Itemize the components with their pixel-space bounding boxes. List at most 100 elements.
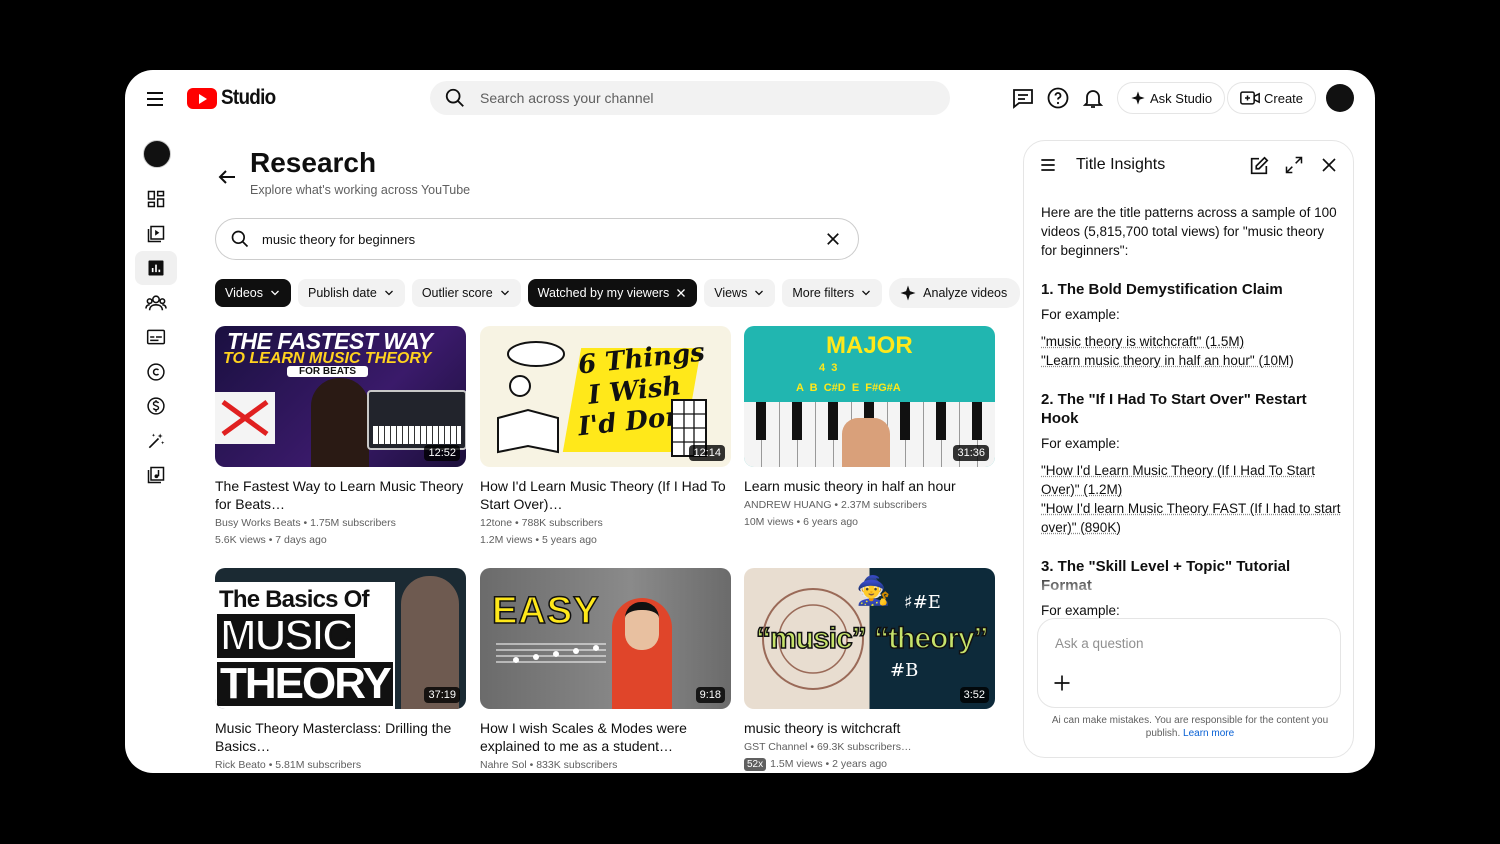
video-card[interactable]: THE FASTEST WAY TO LEARN MUSIC THEORY FO… xyxy=(215,326,466,546)
upload-age: 2 years ago xyxy=(832,758,888,770)
video-thumbnail[interactable]: MAJOR A B C#D E F#G#A 4 3 31:36 xyxy=(744,326,995,467)
create-button[interactable]: Create xyxy=(1227,82,1317,114)
subtitles-icon xyxy=(146,329,166,345)
video-title[interactable]: How I wish Scales & Modes were explained… xyxy=(480,719,731,755)
chip-label: Videos xyxy=(225,286,263,300)
example-title[interactable]: "How I'd learn Music Theory FAST (If I h… xyxy=(1041,499,1341,537)
channel-name[interactable]: GST Channel xyxy=(744,741,807,753)
video-duration: 9:18 xyxy=(695,687,725,703)
community-icon xyxy=(145,295,167,311)
thumbnail-text: EASY xyxy=(491,589,600,633)
video-title[interactable]: Learn music theory in half an hour xyxy=(744,477,995,495)
edit-icon[interactable] xyxy=(1248,155,1270,177)
sidebar-item-earn[interactable] xyxy=(135,389,177,423)
add-attachment-icon[interactable] xyxy=(1052,673,1072,693)
video-card[interactable]: EASY 9:18 How I wish Scales & Modes were… xyxy=(480,568,731,772)
video-thumbnail[interactable]: 6 Things I Wish I'd Done 12:14 xyxy=(480,326,731,467)
channel-name[interactable]: 12tone xyxy=(480,517,512,529)
analyze-videos-button[interactable]: Analyze videos xyxy=(889,278,1021,308)
thumbnail-text: FOR BEATS xyxy=(287,366,369,377)
chevron-down-icon xyxy=(500,290,509,296)
video-thumbnail[interactable]: “music” “theory” ♯#E #B 🧙 3:52 xyxy=(744,568,995,709)
chip-videos[interactable]: Videos xyxy=(215,279,291,307)
help-icon[interactable] xyxy=(1046,86,1070,110)
chip-views[interactable]: Views xyxy=(704,279,776,307)
video-duration: 31:36 xyxy=(953,445,989,461)
ask-studio-button[interactable]: Ask Studio xyxy=(1117,82,1226,114)
video-title[interactable]: How I'd Learn Music Theory (If I Had To … xyxy=(480,477,731,513)
video-title[interactable]: music theory is witchcraft xyxy=(744,719,995,737)
expand-icon[interactable] xyxy=(1284,155,1304,175)
sidebar-item-analytics[interactable] xyxy=(135,251,177,285)
clear-search-icon[interactable] xyxy=(824,230,842,248)
sidebar-item-subtitles[interactable] xyxy=(135,320,177,354)
channel-name[interactable]: Rick Beato xyxy=(215,759,266,771)
channel-avatar[interactable] xyxy=(143,140,171,168)
dashboard-icon xyxy=(147,190,165,208)
subscriber-count: 1.75M subscribers xyxy=(310,517,396,529)
sidebar-item-customization[interactable] xyxy=(135,424,177,458)
sidebar-item-content[interactable] xyxy=(135,217,177,251)
research-search-query[interactable]: music theory for beginners xyxy=(262,232,824,247)
earn-dollar-icon xyxy=(147,397,165,415)
account-avatar[interactable] xyxy=(1326,84,1354,112)
youtube-studio-logo[interactable]: Studio xyxy=(187,86,282,110)
video-title[interactable]: The Fastest Way to Learn Music Theory fo… xyxy=(215,477,466,513)
video-thumbnail[interactable]: THE FASTEST WAY TO LEARN MUSIC THEORY FO… xyxy=(215,326,466,467)
view-count: 10M views xyxy=(744,516,794,528)
chevron-down-icon xyxy=(862,290,871,296)
video-stats: 5.6K views • 7 days ago xyxy=(215,534,327,546)
channel-search-input[interactable] xyxy=(478,89,922,107)
example-title[interactable]: "How I'd Learn Music Theory (If I Had To… xyxy=(1041,461,1341,499)
thumbnail-text: ♯#E xyxy=(904,592,941,613)
example-title[interactable]: "Learn music theory in half an hour" (10… xyxy=(1041,351,1341,370)
learn-more-link[interactable]: Learn more xyxy=(1183,728,1234,739)
chip-watched-by-my-viewers[interactable]: Watched by my viewers xyxy=(527,279,698,307)
close-icon[interactable] xyxy=(1320,156,1338,174)
sidebar-item-dashboard[interactable] xyxy=(135,182,177,216)
remove-filter-icon[interactable] xyxy=(675,287,687,299)
video-channel-info: ANDREW HUANG • 2.37M subscribers xyxy=(744,499,927,511)
page-title: Research xyxy=(250,147,377,178)
chip-outlier-score[interactable]: Outlier score xyxy=(411,279,521,307)
view-count: 1.5M views xyxy=(770,758,823,770)
scroll-fade xyxy=(1024,573,1353,603)
sparkle-icon xyxy=(1131,91,1145,105)
video-channel-info: Nahre Sol • 833K subscribers xyxy=(480,759,618,771)
chip-publish-date[interactable]: Publish date xyxy=(298,279,405,307)
sidebar-item-community[interactable] xyxy=(135,286,177,320)
hamburger-menu-icon[interactable] xyxy=(143,87,167,111)
ask-question-input[interactable]: Ask a question xyxy=(1055,636,1144,651)
feedback-icon[interactable] xyxy=(1011,86,1035,110)
sidebar-item-copyright[interactable] xyxy=(135,355,177,389)
back-arrow-icon[interactable] xyxy=(215,165,239,189)
research-search-bar[interactable]: music theory for beginners xyxy=(215,218,859,260)
video-card[interactable]: 6 Things I Wish I'd Done 12:14 How I'd L… xyxy=(480,326,731,546)
notifications-bell-icon[interactable] xyxy=(1081,86,1105,110)
video-card[interactable]: MAJOR A B C#D E F#G#A 4 3 31:36 Learn mu… xyxy=(744,326,995,528)
channel-name[interactable]: ANDREW HUANG xyxy=(744,499,832,511)
video-card[interactable]: “music” “theory” ♯#E #B 🧙 3:52 music the… xyxy=(744,568,995,771)
chip-more-filters[interactable]: More filters xyxy=(782,279,883,307)
video-thumbnail[interactable]: The Basics Of MUSIC THEORY 37:19 xyxy=(215,568,466,709)
video-stats: 1.2M views • 5 years ago xyxy=(480,534,597,546)
channel-name[interactable]: Nahre Sol xyxy=(480,759,527,771)
video-thumbnail[interactable]: EASY 9:18 xyxy=(480,568,731,709)
sidebar-item-audio-library[interactable] xyxy=(135,458,177,492)
panel-menu-icon[interactable] xyxy=(1038,155,1058,175)
view-count: 1.2M views xyxy=(480,534,533,546)
create-video-icon xyxy=(1240,91,1260,105)
video-card[interactable]: The Basics Of MUSIC THEORY 37:19 Music T… xyxy=(215,568,466,772)
chevron-down-icon xyxy=(384,290,393,296)
content-icon xyxy=(147,225,165,243)
red-x-icon xyxy=(219,398,271,438)
chip-label: More filters xyxy=(792,286,855,300)
video-channel-info: Busy Works Beats • 1.75M subscribers xyxy=(215,517,396,529)
channel-name[interactable]: Busy Works Beats xyxy=(215,517,301,529)
example-title[interactable]: "music theory is witchcraft" (1.5M) xyxy=(1041,332,1341,351)
ask-question-box[interactable]: Ask a question xyxy=(1037,618,1341,708)
channel-search-bar[interactable] xyxy=(430,81,950,115)
chip-label: Outlier score xyxy=(421,286,493,300)
pattern-heading: 2. The "If I Had To Start Over" Restart … xyxy=(1041,391,1307,427)
video-title[interactable]: Music Theory Masterclass: Drilling the B… xyxy=(215,719,466,755)
